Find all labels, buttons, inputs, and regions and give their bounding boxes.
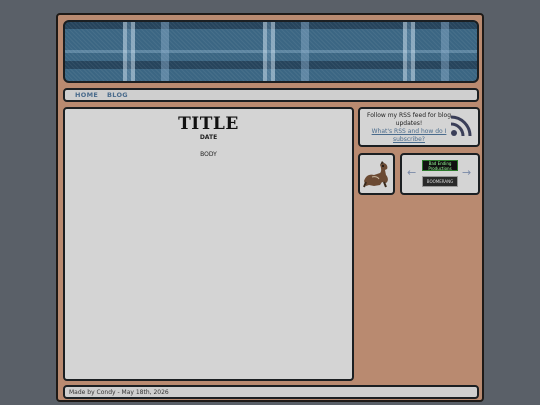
post-date: DATE <box>199 134 218 141</box>
horse-icon <box>363 161 388 188</box>
footer-bar: Made by Condy - May 18th, 2026 <box>63 385 479 399</box>
pet-panel <box>358 153 395 195</box>
boomerang-button[interactable]: BOOMERANG <box>422 176 458 187</box>
rss-panel: Follow my RSS feed for blog updates! Wha… <box>358 107 480 147</box>
bad-ending-button[interactable]: Bad Ending Productions <box>422 160 458 171</box>
button-links-panel: ← → Bad Ending Productions BOOMERANG <box>400 153 480 195</box>
footer-credit: Made by Condy - May 18th, 2026 <box>69 389 169 396</box>
rss-description: Follow my RSS feed for blog updates! Wha… <box>363 112 455 144</box>
nav-blog-link[interactable]: BLOG <box>107 91 128 99</box>
arrow-right-icon[interactable]: → <box>462 166 471 179</box>
post-title: TITLE <box>178 114 239 134</box>
site-frame: HOME BLOG TITLE DATE BODY Follow my RSS … <box>56 13 484 402</box>
rss-follow-text: Follow my RSS feed for blog updates! <box>366 112 452 127</box>
nav-home-link[interactable]: HOME <box>75 91 98 99</box>
arrow-left-icon[interactable]: ← <box>407 166 416 179</box>
rss-help-link[interactable]: What's RSS and how do I subscribe? <box>372 128 447 143</box>
post-panel: TITLE DATE BODY <box>63 107 354 381</box>
post-body: BODY <box>200 151 217 158</box>
nav-bar: HOME BLOG <box>63 88 479 102</box>
plaid-banner <box>63 20 479 83</box>
rss-icon[interactable] <box>450 115 472 137</box>
